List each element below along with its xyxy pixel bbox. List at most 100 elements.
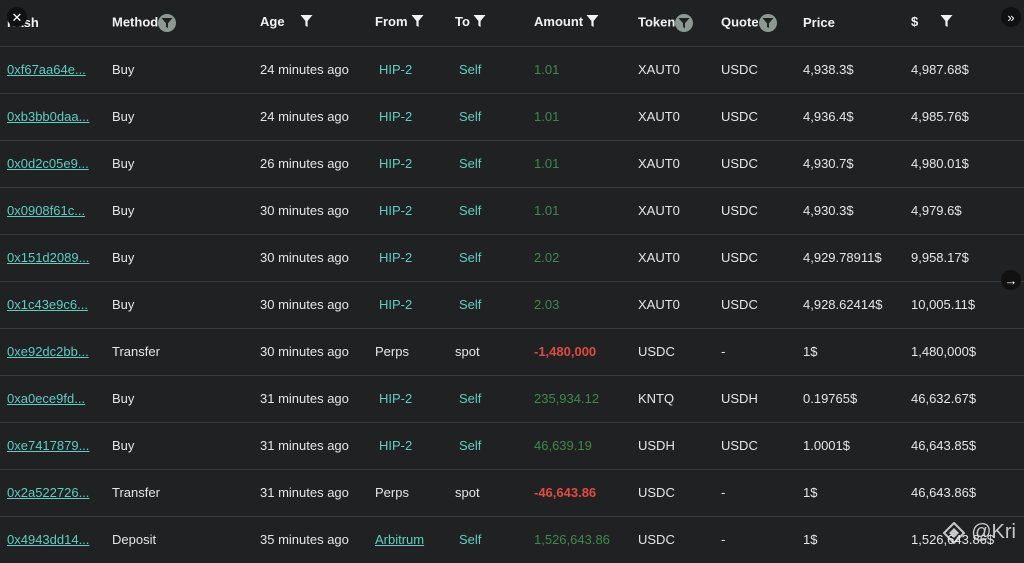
table-row[interactable]: 0x2a522726... Transfer 31 minutes ago Perps… [0,469,1024,516]
hash-value[interactable]: 0x4943dd14... [7,532,89,547]
cell-from[interactable]: HIP-2 [375,46,455,93]
cell-price: 1$ [803,469,911,516]
filter-icon[interactable] [300,14,313,31]
filter-icon[interactable] [586,14,599,31]
cell-hash[interactable]: 0xf67aa64e... [0,46,112,93]
column-price: Price [803,0,911,46]
cell-usd: 46,643.85$ [911,422,1024,469]
cell-hash[interactable]: 0x2a522726... [0,469,112,516]
hash-value[interactable]: 0xa0ece9fd... [7,391,85,406]
amount-value: 2.03 [534,297,560,312]
usd-value: 4,987.68$ [911,62,969,77]
cell-amount: 1,526,643.86 [534,516,638,563]
hash-value[interactable]: 0x151d2089... [7,250,89,265]
token-value: XAUT0 [638,156,680,171]
from-value: Perps [375,485,409,500]
cell-hash[interactable]: 0x1c43e9c6... [0,281,112,328]
cell-method: Transfer [112,469,260,516]
filter-icon[interactable] [473,14,486,31]
column-age-label: Age [260,14,285,30]
from-value[interactable]: HIP-2 [379,203,412,218]
price-value: 4,928.62414$ [803,297,883,312]
filter-icon[interactable] [158,13,177,32]
hash-value[interactable]: 0xe7417879... [7,438,89,453]
table-row[interactable]: 0x151d2089... Buy 30 minutes ago HIP-2 Self 2… [0,234,1024,281]
cell-from[interactable]: HIP-2 [375,234,455,281]
table-row[interactable]: 0x0d2c05e9... Buy 26 minutes ago HIP-2 Self 1… [0,140,1024,187]
cell-from[interactable]: HIP-2 [375,140,455,187]
cell-price: 4,938.3$ [803,46,911,93]
table-row[interactable]: 0xe92dc2bb... Transfer 30 minutes ago Perps… [0,328,1024,375]
cell-from[interactable]: HIP-2 [375,422,455,469]
cell-hash[interactable]: 0x4943dd14... [0,516,112,563]
close-icon[interactable]: ✕ [7,7,27,27]
from-value[interactable]: HIP-2 [379,62,412,77]
hash-value[interactable]: 0xf67aa64e... [7,62,86,77]
cell-from[interactable]: HIP-2 [375,93,455,140]
cell-quote: USDH [721,375,803,422]
arrow-right-icon[interactable]: → [1001,270,1021,290]
method-value: Deposit [112,532,157,548]
cell-from[interactable]: Arbitrum [375,516,455,563]
cell-hash[interactable]: 0x0d2c05e9... [0,140,112,187]
cell-token: XAUT0 [638,234,721,281]
cell-hash[interactable]: 0x0908f61c... [0,187,112,234]
table-row[interactable]: 0x0908f61c... Buy 30 minutes ago HIP-2 Self 1… [0,187,1024,234]
hash-value[interactable]: 0x0908f61c... [7,203,85,218]
usd-value: 46,643.85$ [911,438,977,453]
cell-amount: -1,480,000 [534,328,638,375]
table-row[interactable]: 0x1c43e9c6... Buy 30 minutes ago HIP-2 Self 2… [0,281,1024,328]
cell-method: Buy [112,422,260,469]
filter-icon[interactable] [675,13,694,32]
token-value: USDC [638,485,675,500]
table-row[interactable]: 0xe7417879... Buy 31 minutes ago HIP-2 Self 4… [0,422,1024,469]
filter-icon[interactable] [940,14,953,31]
method-value: Buy [112,109,135,124]
cell-from[interactable]: HIP-2 [375,187,455,234]
from-value[interactable]: HIP-2 [379,250,412,265]
cell-price: 4,928.62414$ [803,281,911,328]
cell-hash[interactable]: 0xa0ece9fd... [0,375,112,422]
column-method: Method [112,0,260,46]
from-value[interactable]: HIP-2 [379,438,412,453]
cell-hash[interactable]: 0xe92dc2bb... [0,328,112,375]
table-row[interactable]: 0xf67aa64e... Buy 24 minutes ago HIP-2 Self 1… [0,46,1024,93]
hash-value[interactable]: 0xb3bb0daa... [7,109,89,124]
transactions-table: Hash Method Age From To Amount Token [0,0,1024,563]
hash-value[interactable]: 0x2a522726... [7,485,89,500]
to-value: Self [459,62,482,77]
hash-value[interactable]: 0xe92dc2bb... [7,344,89,359]
from-value[interactable]: HIP-2 [379,109,412,124]
cell-to: spot [455,469,534,516]
amount-value: -46,643.86 [534,485,597,500]
from-value[interactable]: HIP-2 [379,297,412,312]
from-value[interactable]: HIP-2 [379,156,412,171]
table-row[interactable]: 0xb3bb0daa... Buy 24 minutes ago HIP-2 Self 1… [0,93,1024,140]
cell-amount: 2.03 [534,281,638,328]
cell-token: USDC [638,328,721,375]
hash-value[interactable]: 0x1c43e9c6... [7,297,88,312]
price-value: 1$ [803,485,818,500]
amount-value: 1.01 [534,156,560,171]
cell-hash[interactable]: 0x151d2089... [0,234,112,281]
cell-to: Self [455,281,534,328]
cell-hash[interactable]: 0xe7417879... [0,422,112,469]
watermark-text: @Kri [971,521,1016,543]
hash-value[interactable]: 0x0d2c05e9... [7,156,89,171]
cell-amount: 46,639.19 [534,422,638,469]
filter-icon[interactable] [411,14,424,31]
table-row[interactable]: 0xa0ece9fd... Buy 31 minutes ago HIP-2 Self 2… [0,375,1024,422]
collapse-right-icon[interactable]: » [1001,7,1021,27]
cell-age: 26 minutes ago [260,140,375,187]
cell-quote: USDC [721,140,803,187]
cell-from[interactable]: HIP-2 [375,281,455,328]
from-value[interactable]: Arbitrum [375,532,424,547]
cell-hash[interactable]: 0xb3bb0daa... [0,93,112,140]
table-row[interactable]: 0x4943dd14... Deposit 35 minutes ago Arbitr… [0,516,1024,563]
cell-to: Self [455,516,534,563]
usd-value: 1,480,000$ [911,344,977,359]
token-value: KNTQ [638,391,675,406]
from-value[interactable]: HIP-2 [379,391,412,406]
cell-from[interactable]: HIP-2 [375,375,455,422]
filter-icon[interactable] [758,13,777,32]
